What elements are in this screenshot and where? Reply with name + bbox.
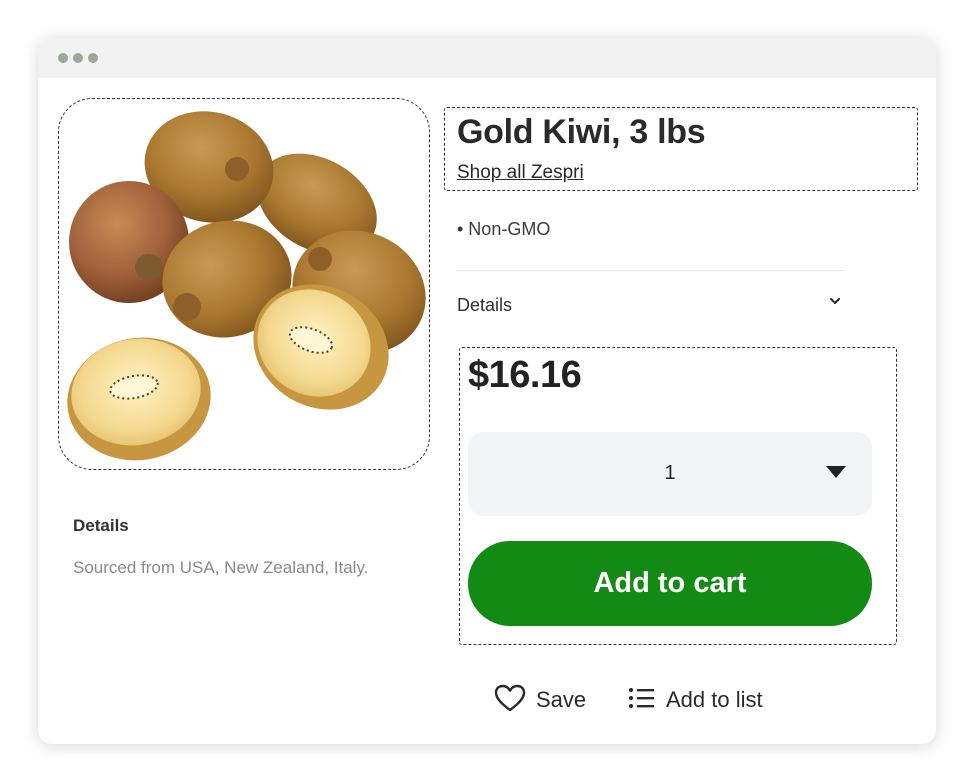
details-toggle-label: Details <box>457 295 513 315</box>
details-toggle[interactable]: Details <box>457 290 842 324</box>
heart-icon <box>494 683 526 718</box>
details-origin-text: Sourced from USA, New Zealand, Italy. <box>73 558 369 577</box>
save-label: Save <box>536 687 587 712</box>
product-price: $16.16 <box>468 354 582 396</box>
quantity-value: 1 <box>664 462 676 484</box>
window-dot-icon <box>88 53 98 63</box>
quantity-select[interactable]: 1 <box>468 432 872 516</box>
save-button[interactable]: Save <box>494 683 586 717</box>
divider <box>457 270 844 271</box>
list-icon <box>628 686 656 715</box>
window-dot-icon <box>58 53 68 63</box>
details-heading: Details <box>73 516 129 535</box>
add-to-cart-button[interactable]: Add to cart <box>468 541 872 626</box>
kiwi-illustration <box>67 111 426 461</box>
caret-down-icon <box>826 466 846 478</box>
title-box: Gold Kiwi, 3 lbs Shop all Zespri <box>444 107 918 191</box>
add-to-list-button[interactable]: Add to list <box>628 683 763 717</box>
product-image <box>58 98 430 470</box>
product-window: Details Sourced from USA, New Zealand, I… <box>38 38 936 744</box>
window-dot-icon <box>73 53 83 63</box>
purchase-box: $16.16 1 Add to cart <box>459 347 897 645</box>
shop-brand-link[interactable]: Shop all Zespri <box>457 162 584 184</box>
product-feature-bullet: • Non-GMO <box>457 219 551 239</box>
chevron-down-icon <box>828 294 842 308</box>
add-to-list-label: Add to list <box>666 687 763 712</box>
title-bar <box>38 38 936 78</box>
product-title: Gold Kiwi, 3 lbs <box>457 113 706 151</box>
